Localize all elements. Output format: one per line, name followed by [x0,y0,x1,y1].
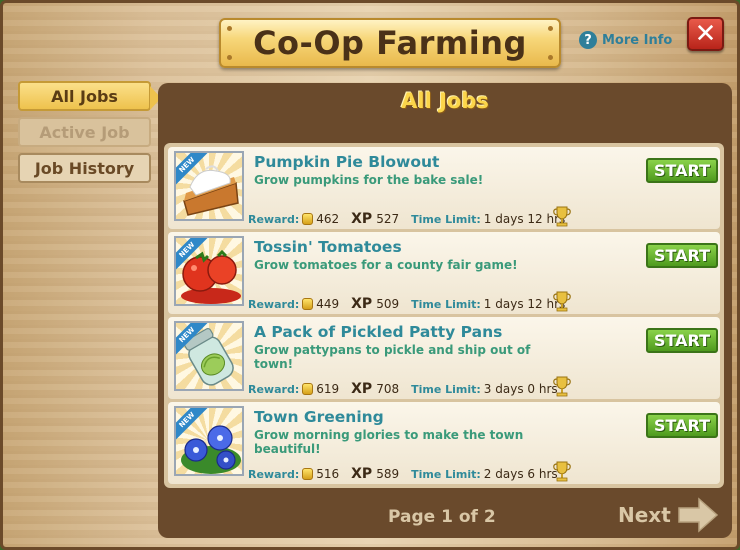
xp-label: XP [351,466,373,482]
more-info-link[interactable]: ? More Info [579,31,672,49]
job-name: Pumpkin Pie Blowout [254,153,440,171]
coin-icon [302,383,314,395]
reward-row: Reward: 619 XP 708 Time Limit: 3 days 0 … [248,381,558,397]
job-name: A Pack of Pickled Patty Pans [254,323,503,341]
xp-value: 708 [376,382,400,396]
close-icon: ✕ [694,19,717,49]
trophy-icon [553,461,571,482]
morning-glory-icon: NEW [174,406,244,476]
rivet [548,55,553,60]
tab-all-jobs[interactable]: All Jobs [18,81,161,111]
rivet [548,26,553,31]
coin-value: 516 [316,467,340,481]
tab-label: Active Job [39,122,130,142]
reward-label: Reward: [248,467,300,481]
reward-label: Reward: [248,212,300,226]
job-row: NEW Tossin' Tomatoes Grow tomatoes for a… [168,232,720,314]
reward-row: Reward: 449 XP 509 Time Limit: 1 days 12… [248,296,565,312]
start-button[interactable]: START [646,328,718,353]
start-button[interactable]: START [646,158,718,183]
job-name: Town Greening [254,408,384,426]
rivet [227,55,232,60]
reward-row: Reward: 462 XP 527 Time Limit: 1 days 12… [248,211,565,227]
title-plate: Co-Op Farming [219,18,561,68]
tab-active-job[interactable]: Active Job [18,117,151,147]
coin-value: 462 [316,212,340,226]
jobs-panel: All Jobs NEW Pumpkin Pie Blowout Grow pu… [158,83,732,538]
time-limit-label: Time Limit: [411,297,481,311]
reward-label: Reward: [248,382,300,396]
xp-label: XP [351,381,373,397]
next-page-button[interactable]: Next [618,497,719,533]
tab-job-history[interactable]: Job History [18,153,151,183]
job-row: NEW A Pack of Pickled Patty Pans Grow pa… [168,317,720,399]
trophy-icon [553,291,571,312]
pickle-jar-icon: NEW [174,321,244,391]
time-limit-value: 2 days 6 hrs [483,467,558,481]
coin-icon [302,468,314,480]
coin-icon [302,213,314,225]
pumpkin-pie-icon: NEW [174,151,244,221]
xp-value: 527 [376,212,400,226]
coin-icon [302,298,314,310]
job-description: Grow morning glories to make the town be… [254,428,524,456]
arrow-right-icon [678,497,718,533]
panel-title: All Jobs [401,89,489,113]
more-info-label: More Info [602,32,673,48]
trophy-icon [553,206,571,227]
job-description: Grow pattypans to pickle and ship out of… [254,343,531,371]
job-name: Tossin' Tomatoes [254,238,402,256]
job-list: NEW Pumpkin Pie Blowout Grow pumpkins fo… [164,143,724,488]
rivet [227,26,232,31]
xp-value: 509 [376,297,400,311]
time-limit-label: Time Limit: [411,382,481,396]
job-row: NEW Town Greening Grow morning glories t… [168,402,720,484]
dialog-frame: Co-Op Farming ? More Info ✕ All Jobs Act… [0,0,740,550]
close-button[interactable]: ✕ [687,17,724,51]
dialog-title: Co-Op Farming [253,24,527,62]
reward-row: Reward: 516 XP 589 Time Limit: 2 days 6 … [248,466,558,482]
time-limit-label: Time Limit: [411,467,481,481]
trophy-icon [553,376,571,397]
page-indicator: Page 1 of 2 [388,507,496,527]
start-button[interactable]: START [646,413,718,438]
next-label: Next [618,503,671,527]
tab-label: All Jobs [51,86,118,106]
job-row: NEW Pumpkin Pie Blowout Grow pumpkins fo… [168,147,720,229]
question-mark-icon: ? [579,31,597,49]
time-limit-value: 3 days 0 hrs [483,382,558,396]
tab-label: Job History [34,158,135,178]
coin-value: 619 [316,382,340,396]
xp-label: XP [351,211,373,227]
xp-label: XP [351,296,373,312]
coin-value: 449 [316,297,340,311]
job-description: Grow pumpkins for the bake sale! [254,173,484,187]
xp-value: 589 [376,467,400,481]
reward-label: Reward: [248,297,300,311]
job-description: Grow tomatoes for a county fair game! [254,258,518,272]
tomatoes-icon: NEW [174,236,244,306]
time-limit-label: Time Limit: [411,212,481,226]
start-button[interactable]: START [646,243,718,268]
